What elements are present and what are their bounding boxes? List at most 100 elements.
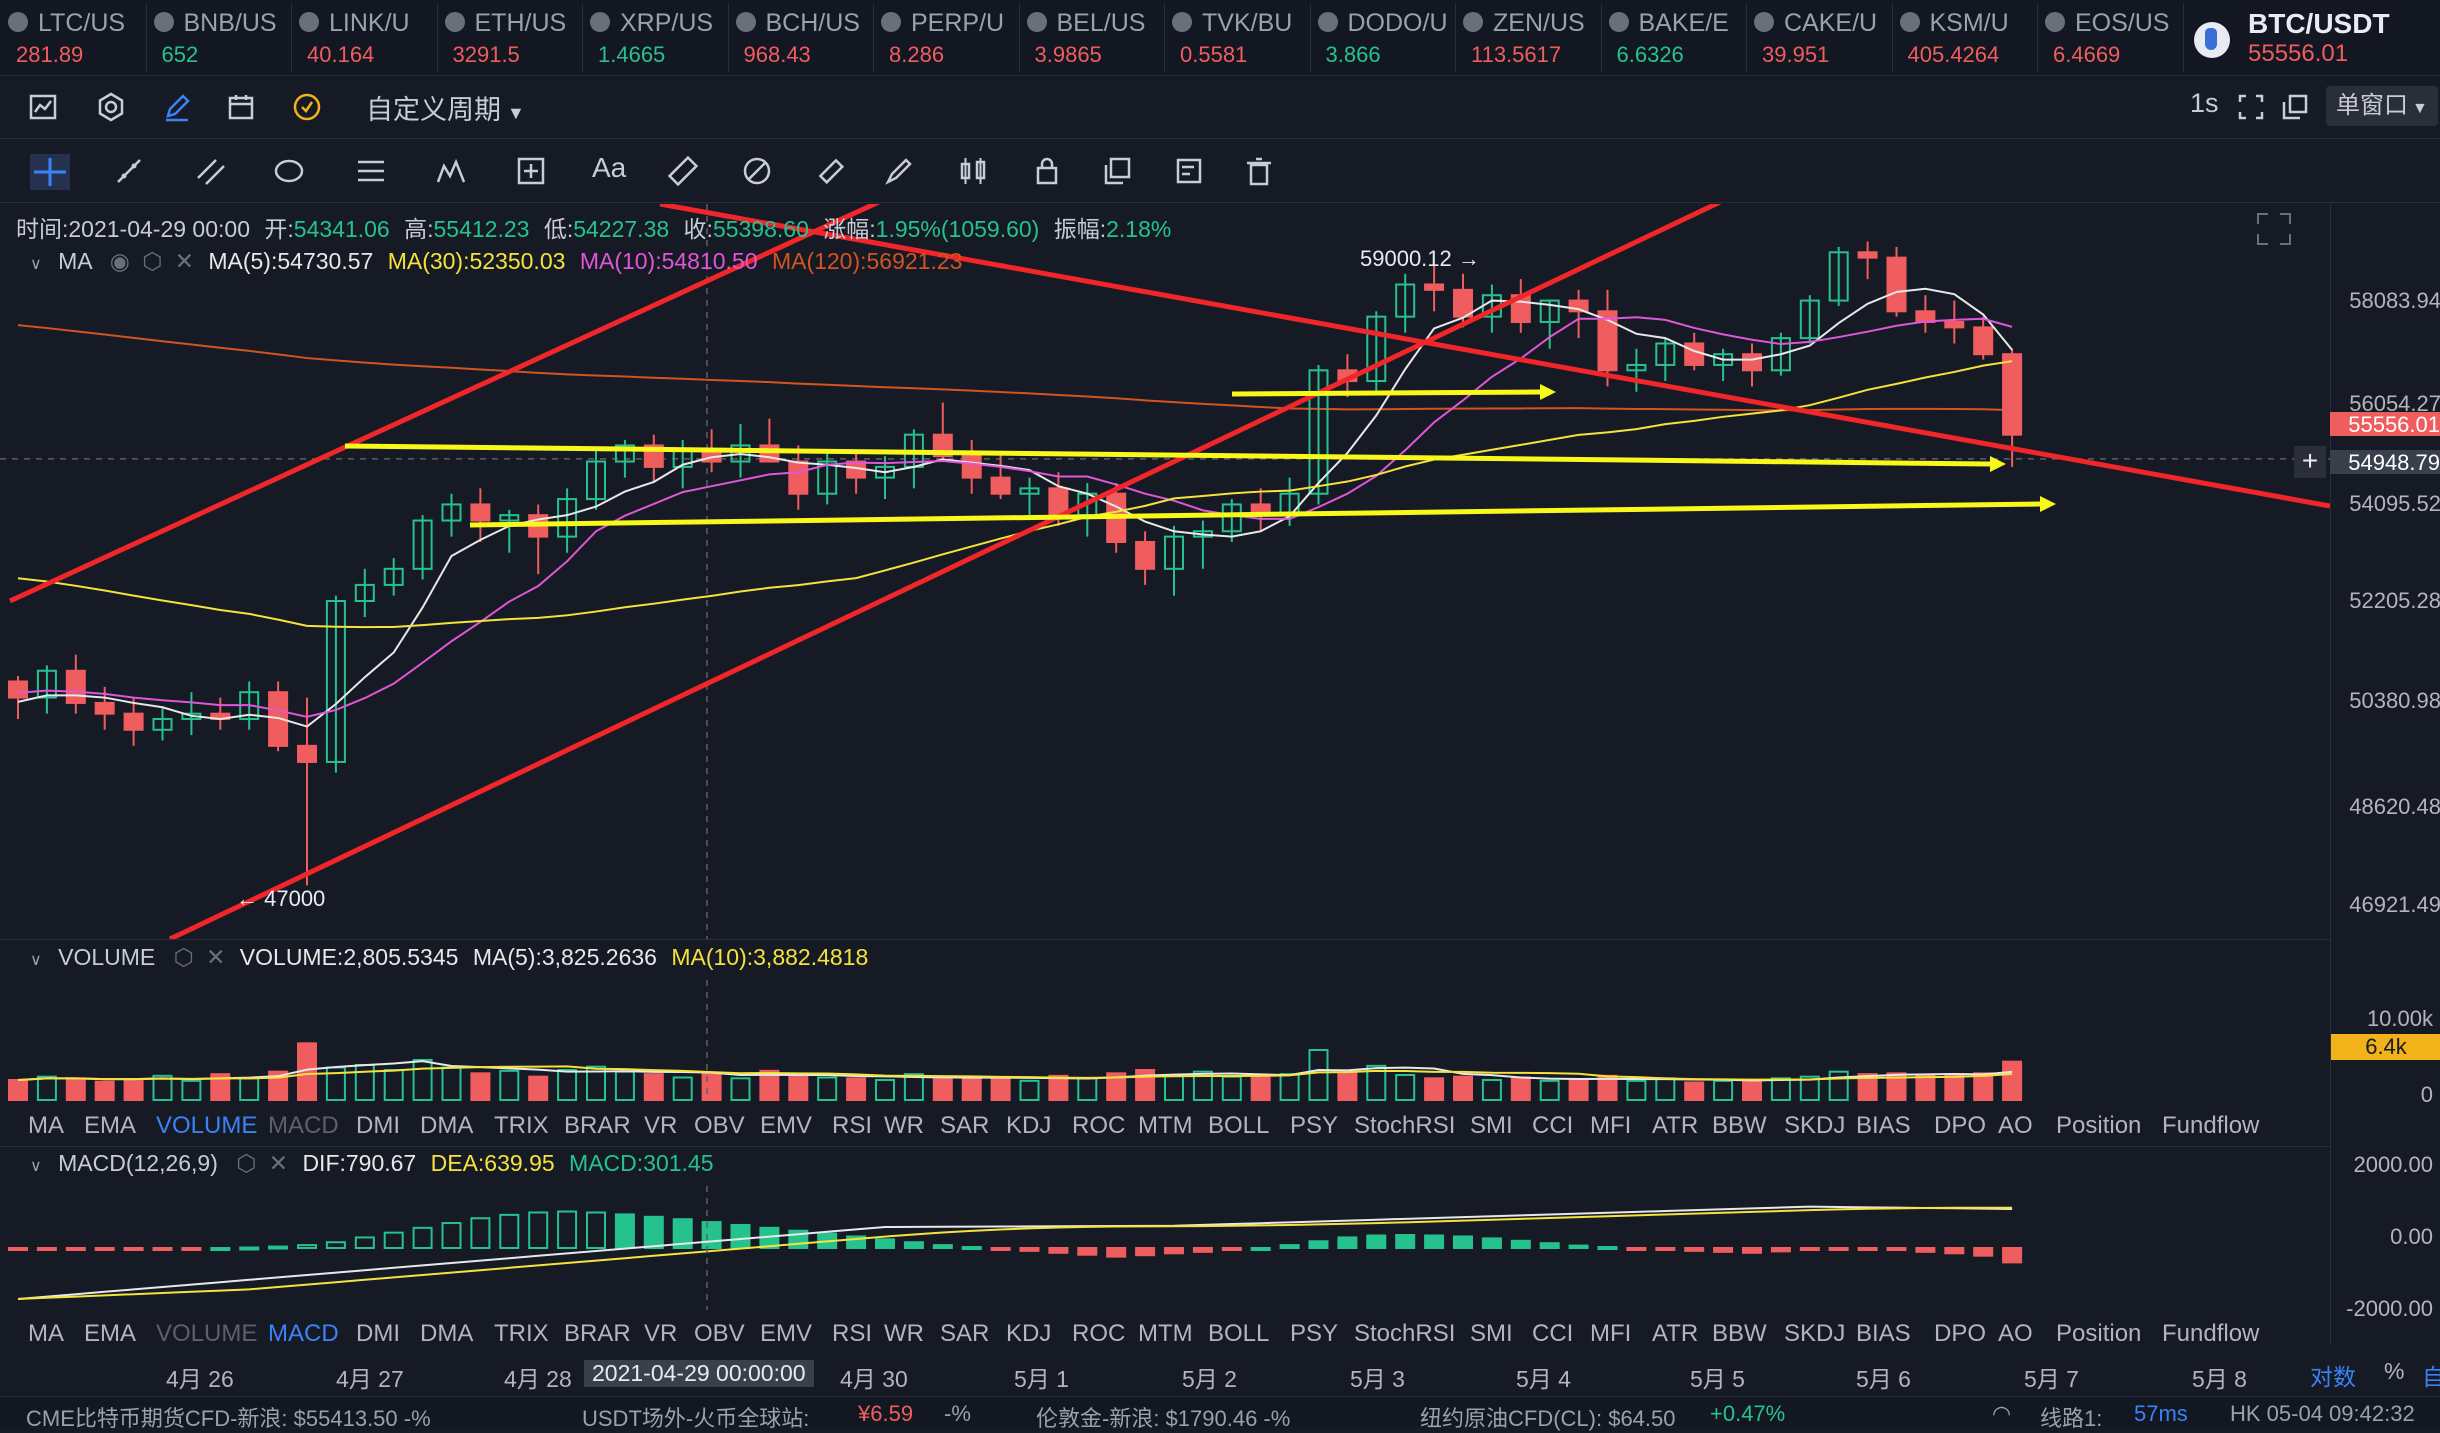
trend-line-icon[interactable] [114,156,144,186]
popout-icon[interactable] [2280,92,2310,122]
indicator-tab[interactable]: WR [884,1320,924,1348]
indicator-tab[interactable]: DPO [1934,1112,1986,1140]
chevron-down-icon[interactable]: ∨ [30,1158,42,1175]
indicator-tab[interactable]: EMV [760,1112,812,1140]
price-axis[interactable]: 58083.94 56054.27 54095.52 52205.28 50380.98… [2330,204,2440,1344]
oil-quote[interactable]: 纽约原油CFD(CL): $64.50 [1420,1401,1676,1433]
indicator-tab[interactable]: MTM [1138,1112,1193,1140]
calendar-icon[interactable] [226,92,256,122]
pattern-icon[interactable] [436,156,466,186]
indicator-tab[interactable]: MTM [1138,1320,1193,1348]
indicator-tab[interactable]: DMI [356,1112,400,1140]
indicator-tab[interactable]: DMA [420,1320,473,1348]
ticker-item[interactable]: ETH/US 3291.5 [437,4,583,72]
ticker-item[interactable]: XRP/US 1.4665 [582,4,729,72]
ticker-item[interactable]: EOS/US 6.4669 [2037,4,2184,72]
indicator-tab[interactable]: ATR [1652,1112,1698,1140]
indicator-tab[interactable]: MACD [268,1320,339,1348]
indicator-tab[interactable]: OBV [694,1320,745,1348]
indicator-tab[interactable]: MA [28,1112,64,1140]
indicator-tab[interactable]: BIAS [1856,1112,1911,1140]
auto-scale-toggle[interactable]: 自 [2422,1358,2440,1392]
indicator-tab[interactable]: EMA [84,1320,136,1348]
price-chart[interactable] [0,204,2330,939]
ellipse-icon[interactable] [274,156,304,186]
indicator-tab[interactable]: MFI [1590,1112,1631,1140]
measure-icon[interactable] [516,156,546,186]
ticker-item[interactable]: LTC/US 281.89 [0,4,147,72]
indicator-tab[interactable]: SKDJ [1784,1320,1845,1348]
indicator-tab[interactable]: VOLUME [156,1320,257,1348]
settings-icon[interactable]: ⬡ [142,248,162,274]
indicator-tab[interactable]: KDJ [1006,1320,1051,1348]
usdt-label[interactable]: USDT场外-火币全球站: [582,1401,809,1433]
indicator-tab[interactable]: KDJ [1006,1112,1051,1140]
indicator-tab[interactable]: BBW [1712,1320,1767,1348]
ticker-item[interactable]: BCH/US 968.43 [728,4,874,72]
eye-icon[interactable]: ◉ [110,248,130,274]
settings-icon[interactable]: ⬡ [236,1150,256,1176]
chevron-down-icon[interactable]: ∨ [30,256,42,273]
ticker-item[interactable]: BNB/US 652 [146,4,292,72]
indicator-tab[interactable]: BOLL [1208,1112,1269,1140]
ticker-item[interactable]: TVK/BU 0.5581 [1164,4,1311,72]
ticker-item[interactable]: CAKE/U 39.951 [1746,4,1893,72]
macd-chart[interactable] [0,1186,2330,1310]
add-alert-icon[interactable]: + [2294,446,2326,478]
trash-icon[interactable] [1244,156,1274,186]
lock-icon[interactable] [1032,156,1062,186]
ticker-item[interactable]: BEL/US 3.9865 [1019,4,1165,72]
indicator-tab[interactable]: Fundflow [2162,1320,2259,1348]
magnet-icon[interactable] [742,156,772,186]
indicator-tab[interactable]: CCI [1532,1320,1573,1348]
chevron-down-icon[interactable]: ∨ [30,952,42,969]
indicator-tab[interactable]: BOLL [1208,1320,1269,1348]
indicator-tab[interactable]: TRIX [494,1112,549,1140]
indicator-tab[interactable]: PSY [1290,1320,1338,1348]
brush-icon[interactable] [884,156,914,186]
indicator-tab[interactable]: PSY [1290,1112,1338,1140]
indicator-tab[interactable]: Fundflow [2162,1112,2259,1140]
indicator-tab[interactable]: ROC [1072,1320,1125,1348]
indicator-tab[interactable]: SMI [1470,1112,1513,1140]
indicator-tab[interactable]: Position [2056,1320,2141,1348]
candle-tool-icon[interactable] [958,156,988,186]
indicator-tab[interactable]: RSI [832,1112,872,1140]
single-window-dropdown[interactable]: 单窗口 ▼ [2326,86,2438,126]
gold-quote[interactable]: 伦敦金-新浪: $1790.46 -% [1036,1401,1290,1433]
indicator-tab[interactable]: DMA [420,1112,473,1140]
draw-pencil-icon[interactable] [162,92,192,122]
indicator-tab[interactable]: RSI [832,1320,872,1348]
indicator-tab[interactable]: ROC [1072,1112,1125,1140]
percent-scale-toggle[interactable]: % [2384,1358,2404,1385]
text-tool[interactable]: Aa [592,152,626,184]
cme-quote[interactable]: CME比特币期货CFD-新浪: $55413.50 -% [26,1401,431,1433]
crosshair-icon[interactable] [30,154,70,190]
interval-1s[interactable]: 1s [2190,88,2219,119]
close-icon[interactable]: ✕ [269,1150,288,1176]
indicator-tab[interactable]: VR [644,1320,677,1348]
ticker-item[interactable]: LINK/U 40.164 [291,4,438,72]
ticker-item[interactable]: BAKE/E 6.6326 [1601,4,1747,72]
alert-clock-icon[interactable] [292,92,322,122]
indicator-tab[interactable]: SMI [1470,1320,1513,1348]
indicator-tab[interactable]: DMI [356,1320,400,1348]
indicator-tab[interactable]: EMV [760,1320,812,1348]
chart-type-icon[interactable] [28,92,58,122]
parallel-channel-icon[interactable] [196,156,226,186]
fullscreen-icon[interactable] [2236,92,2266,122]
eraser-icon[interactable] [816,156,846,186]
indicator-tab[interactable]: SAR [940,1112,989,1140]
indicator-tab[interactable]: MA [28,1320,64,1348]
indicator-tab[interactable]: VOLUME [156,1112,257,1140]
indicator-tab[interactable]: MACD [268,1112,339,1140]
line-label[interactable]: 线路1: [2040,1401,2102,1433]
indicator-tab[interactable]: BBW [1712,1112,1767,1140]
indicator-tab[interactable]: StochRSI [1354,1320,1455,1348]
ticker-item[interactable]: PERP/U 8.286 [873,4,1020,72]
settings-icon[interactable]: ⬡ [174,944,194,970]
indicator-tab[interactable]: SKDJ [1784,1112,1845,1140]
indicator-tab[interactable]: AO [1998,1112,2033,1140]
indicator-tab[interactable]: BRAR [564,1112,631,1140]
copy-icon[interactable] [1102,156,1132,186]
